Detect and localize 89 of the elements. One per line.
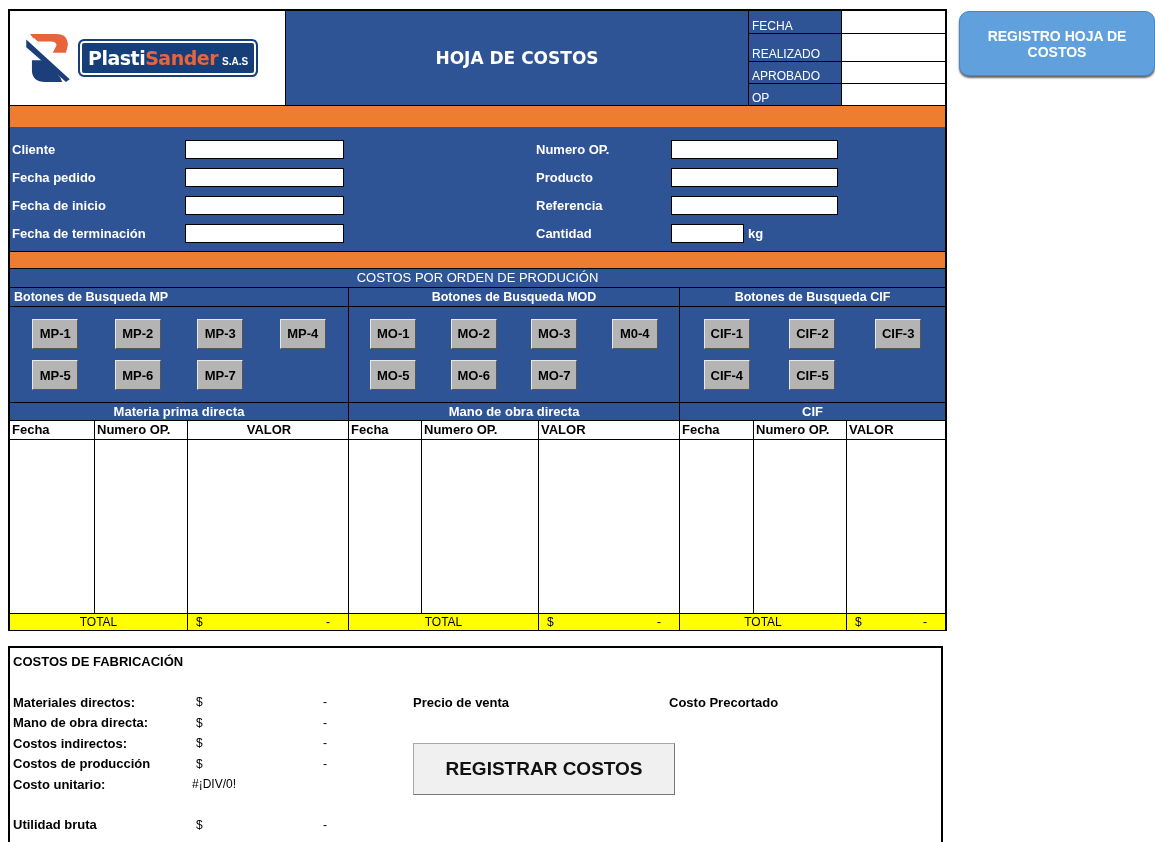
summary-label: Costos de producción (13, 756, 152, 772)
column-header: Fecha (349, 421, 421, 440)
column-header: Numero OP. (422, 421, 538, 440)
section-subtitle: Botones de Busqueda MP (10, 287, 348, 307)
total-value: - (657, 614, 661, 630)
section-title: COSTOS POR ORDEN DE PRODUCIÓN (10, 268, 945, 287)
logo-text: PlastiSander (88, 47, 219, 69)
search-button[interactable]: MO-2 (450, 318, 497, 349)
meta-label: FECHA (749, 11, 842, 33)
search-button[interactable]: MP-1 (32, 318, 79, 349)
section-subtitle: Botones de Busqueda CIF (680, 287, 945, 307)
summary-value: - (323, 715, 327, 730)
summary-value: - (323, 817, 327, 832)
search-button[interactable]: MO-6 (450, 360, 497, 391)
column-header: Fecha (680, 421, 753, 440)
search-button[interactable]: CIF-2 (789, 318, 836, 349)
currency-sign: $ (196, 715, 204, 730)
meta-label: APROBADO (749, 62, 842, 83)
input-field[interactable] (185, 195, 344, 215)
field-label: Referencia (535, 197, 604, 213)
currency-sign: $ (855, 614, 862, 630)
field-label: Numero OP. (535, 141, 611, 157)
total-value: - (326, 614, 330, 630)
search-button[interactable]: MO-3 (531, 318, 578, 349)
search-button[interactable]: MP-2 (114, 318, 161, 349)
sheet-title: HOJA DE COSTOS (286, 11, 749, 105)
search-button[interactable]: CIF-5 (789, 360, 836, 391)
input-field[interactable] (671, 195, 838, 215)
table-title: CIF (680, 402, 945, 421)
summary-value: - (323, 756, 327, 771)
search-button[interactable]: CIF-3 (875, 318, 922, 349)
total-label: TOTAL (10, 614, 188, 630)
logo-suffix: S.A.S (222, 56, 249, 67)
column-header: VALOR (539, 421, 679, 440)
currency-sign: $ (547, 614, 554, 630)
meta-label: REALIZADO (749, 34, 842, 61)
section-subtitle: Botones de Busqueda MOD (349, 287, 679, 307)
currency-sign: $ (196, 817, 204, 832)
table-title: Mano de obra directa (349, 402, 679, 421)
currency-sign: $ (196, 756, 204, 771)
total-label: TOTAL (349, 614, 539, 630)
total-label: TOTAL (680, 614, 847, 630)
currency-sign: $ (196, 736, 204, 751)
summary-value: - (323, 736, 327, 751)
summary-value: - (323, 695, 327, 710)
column-header: Numero OP. (95, 421, 187, 440)
table-title: Materia prima directa (10, 402, 348, 421)
input-field[interactable] (185, 167, 344, 187)
search-button[interactable]: MP-5 (32, 360, 79, 391)
search-button[interactable]: MP-6 (114, 360, 161, 391)
input-field[interactable] (671, 167, 838, 187)
input-field[interactable] (671, 223, 744, 243)
column-header: VALOR (188, 421, 348, 440)
field-label: Fecha pedido (11, 169, 97, 185)
field-label: Producto (535, 169, 595, 185)
summary-label: Materiales directos: (13, 694, 137, 710)
search-button[interactable]: MO-1 (370, 318, 417, 349)
currency-sign: $ (196, 614, 203, 630)
field-label: Cantidad (535, 225, 593, 241)
search-button[interactable]: MP-3 (197, 318, 244, 349)
summary-label: Mano de obra directa: (13, 715, 150, 731)
summary-label: Utilidad bruta (13, 817, 98, 833)
total-value: - (923, 614, 927, 630)
column-header: Numero OP. (754, 421, 846, 440)
search-button[interactable]: CIF-1 (703, 318, 750, 349)
summary-title: COSTOS DE FABRICACIÓN (13, 653, 185, 671)
field-label: Fecha de inicio (11, 197, 107, 213)
summary-label: Costos indirectos: (13, 735, 129, 751)
unit-label: kg (748, 225, 764, 241)
meta-label: OP (749, 84, 842, 105)
summary-label: Precio de venta (413, 694, 511, 710)
field-label: Cliente (11, 141, 57, 157)
search-button[interactable]: MO-7 (531, 360, 578, 391)
column-header: VALOR (847, 421, 945, 440)
currency-sign: $ (196, 695, 204, 710)
input-field[interactable] (185, 223, 344, 243)
summary-label: Costo Precortado (669, 694, 779, 710)
column-header: Fecha (10, 421, 94, 440)
search-button[interactable]: MO-5 (370, 360, 417, 391)
error-value: #¡DIV/0! (192, 777, 236, 792)
search-button[interactable]: MP-7 (197, 360, 244, 391)
search-button[interactable]: M0-4 (611, 318, 658, 349)
input-field[interactable] (671, 139, 838, 159)
register-costs-button[interactable]: REGISTRAR COSTOS (413, 742, 675, 795)
input-field[interactable] (185, 139, 344, 159)
search-button[interactable]: MP-4 (279, 318, 326, 349)
field-label: Fecha de terminación (11, 225, 147, 241)
logo-icon (24, 32, 72, 84)
search-button[interactable]: CIF-4 (703, 360, 750, 391)
